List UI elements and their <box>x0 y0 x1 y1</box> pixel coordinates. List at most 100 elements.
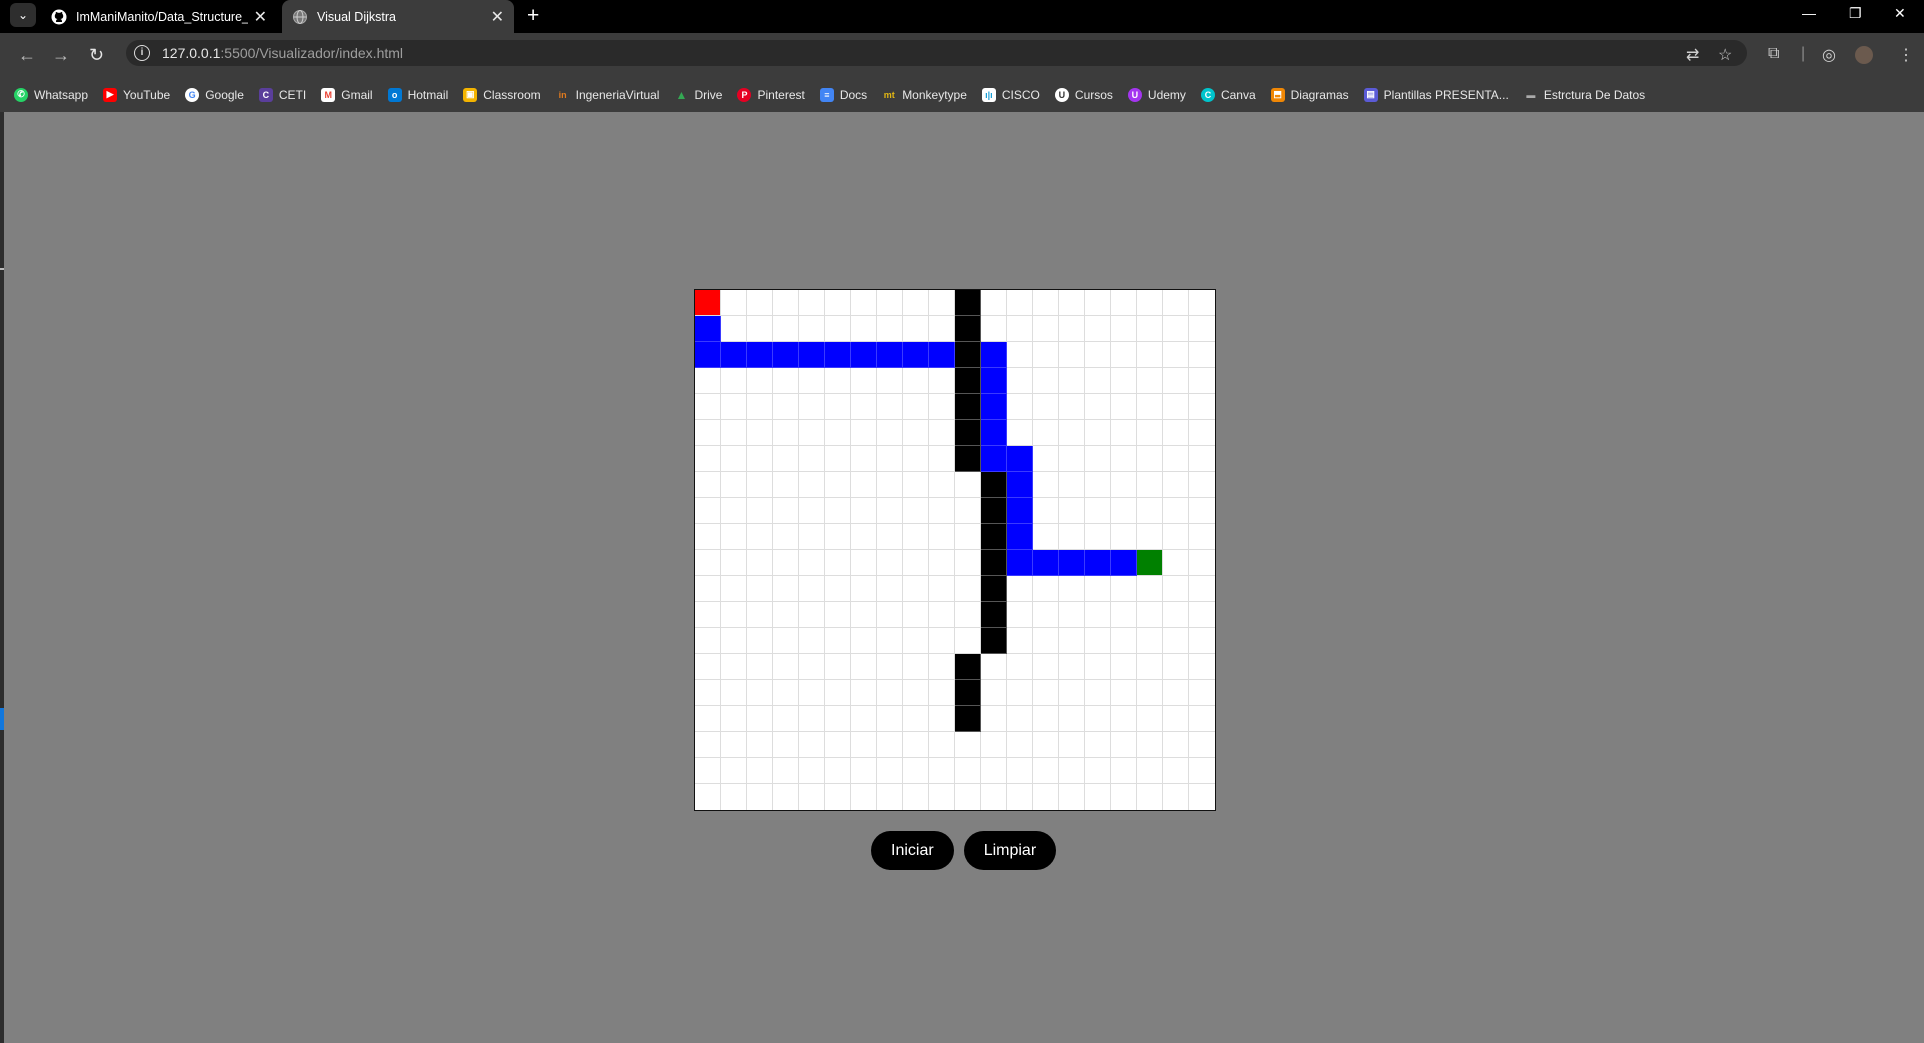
grid-cell[interactable] <box>1163 316 1189 342</box>
wall-cell[interactable] <box>981 498 1007 524</box>
grid-cell[interactable] <box>1163 342 1189 368</box>
grid-cell[interactable] <box>981 290 1007 316</box>
grid-cell[interactable] <box>929 498 955 524</box>
grid-cell[interactable] <box>1033 706 1059 732</box>
grid-cell[interactable] <box>851 368 877 394</box>
grid-cell[interactable] <box>1137 446 1163 472</box>
path-cell[interactable] <box>929 342 955 368</box>
grid-cell[interactable] <box>1137 368 1163 394</box>
grid-cell[interactable] <box>981 680 1007 706</box>
grid-cell[interactable] <box>1033 628 1059 654</box>
grid-cell[interactable] <box>877 368 903 394</box>
grid-cell[interactable] <box>799 680 825 706</box>
grid-cell[interactable] <box>1059 498 1085 524</box>
wall-cell[interactable] <box>981 576 1007 602</box>
grid-cell[interactable] <box>747 524 773 550</box>
grid-cell[interactable] <box>1137 680 1163 706</box>
grid-cell[interactable] <box>851 446 877 472</box>
grid-cell[interactable] <box>903 316 929 342</box>
close-window-icon[interactable]: ✕ <box>1894 5 1906 22</box>
bookmark-pinterest[interactable]: P Pinterest <box>737 87 805 102</box>
grid-cell[interactable] <box>721 368 747 394</box>
grid-cell[interactable] <box>773 472 799 498</box>
grid-cell[interactable] <box>721 654 747 680</box>
clear-button[interactable]: Limpiar <box>963 831 1057 870</box>
grid-cell[interactable] <box>851 576 877 602</box>
grid-cell[interactable] <box>1059 472 1085 498</box>
bookmark-youtube[interactable]: ▶ YouTube <box>103 87 170 102</box>
grid-cell[interactable] <box>825 784 851 810</box>
path-cell[interactable] <box>1085 550 1111 576</box>
path-cell[interactable] <box>981 368 1007 394</box>
bookmark-ingeneria-virtual[interactable]: in IngeneriaVirtual <box>556 88 660 102</box>
bookmark-docs[interactable]: ≡ Docs <box>819 87 867 102</box>
grid-cell[interactable] <box>1163 446 1189 472</box>
grid-cell[interactable] <box>1189 342 1215 368</box>
grid-cell[interactable] <box>1111 680 1137 706</box>
grid-cell[interactable] <box>1033 472 1059 498</box>
grid-cell[interactable] <box>1189 498 1215 524</box>
grid-cell[interactable] <box>747 498 773 524</box>
grid-cell[interactable] <box>1137 784 1163 810</box>
grid-cell[interactable] <box>955 732 981 758</box>
site-info-icon[interactable]: i <box>134 45 150 61</box>
grid-cell[interactable] <box>825 628 851 654</box>
path-cell[interactable] <box>773 342 799 368</box>
grid-cell[interactable] <box>799 472 825 498</box>
grid-cell[interactable] <box>1059 524 1085 550</box>
grid-cell[interactable] <box>825 524 851 550</box>
grid-cell[interactable] <box>877 472 903 498</box>
grid-cell[interactable] <box>1137 498 1163 524</box>
grid-cell[interactable] <box>773 420 799 446</box>
grid-cell[interactable] <box>825 420 851 446</box>
path-cell[interactable] <box>981 342 1007 368</box>
grid-cell[interactable] <box>799 654 825 680</box>
grid-cell[interactable] <box>955 524 981 550</box>
wall-cell[interactable] <box>981 628 1007 654</box>
grid-cell[interactable] <box>1007 576 1033 602</box>
grid-cell[interactable] <box>1137 654 1163 680</box>
grid-cell[interactable] <box>877 394 903 420</box>
grid-cell[interactable] <box>1111 446 1137 472</box>
grid-cell[interactable] <box>851 628 877 654</box>
grid-cell[interactable] <box>721 446 747 472</box>
grid-cell[interactable] <box>1189 446 1215 472</box>
grid-cell[interactable] <box>799 394 825 420</box>
grid-cell[interactable] <box>851 472 877 498</box>
grid-cell[interactable] <box>747 732 773 758</box>
grid-cell[interactable] <box>1059 342 1085 368</box>
grid-cell[interactable] <box>773 446 799 472</box>
grid-cell[interactable] <box>1137 524 1163 550</box>
grid-cell[interactable] <box>1163 368 1189 394</box>
grid-cell[interactable] <box>773 316 799 342</box>
grid-cell[interactable] <box>1033 498 1059 524</box>
minimize-icon[interactable]: — <box>1802 5 1816 21</box>
browser-tab-github[interactable]: ImManiManito/Data_Structure_ ✕ <box>41 0 277 33</box>
grid-cell[interactable] <box>903 758 929 784</box>
grid-cell[interactable] <box>1163 524 1189 550</box>
grid-cell[interactable] <box>825 576 851 602</box>
grid-cell[interactable] <box>1033 654 1059 680</box>
grid-cell[interactable] <box>1059 420 1085 446</box>
address-bar[interactable]: i 127.0.0.1:5500/Visualizador/index.html <box>126 40 1747 66</box>
grid-cell[interactable] <box>825 446 851 472</box>
path-cell[interactable] <box>1007 498 1033 524</box>
grid-cell[interactable] <box>1033 758 1059 784</box>
grid-cell[interactable] <box>1163 576 1189 602</box>
grid-cell[interactable] <box>877 498 903 524</box>
grid-cell[interactable] <box>851 706 877 732</box>
grid-cell[interactable] <box>747 394 773 420</box>
wall-cell[interactable] <box>955 342 981 368</box>
back-icon[interactable]: ← <box>18 45 36 66</box>
grid-cell[interactable] <box>1033 680 1059 706</box>
grid-cell[interactable] <box>851 732 877 758</box>
grid-cell[interactable] <box>903 446 929 472</box>
grid-cell[interactable] <box>1137 758 1163 784</box>
grid-cell[interactable] <box>721 498 747 524</box>
grid-cell[interactable] <box>1163 420 1189 446</box>
grid-cell[interactable] <box>1085 602 1111 628</box>
grid-cell[interactable] <box>1163 550 1189 576</box>
grid-cell[interactable] <box>1033 524 1059 550</box>
grid-cell[interactable] <box>773 550 799 576</box>
bookmark-estructura-de-datos[interactable]: ▬ Estrctura De Datos <box>1524 88 1645 102</box>
